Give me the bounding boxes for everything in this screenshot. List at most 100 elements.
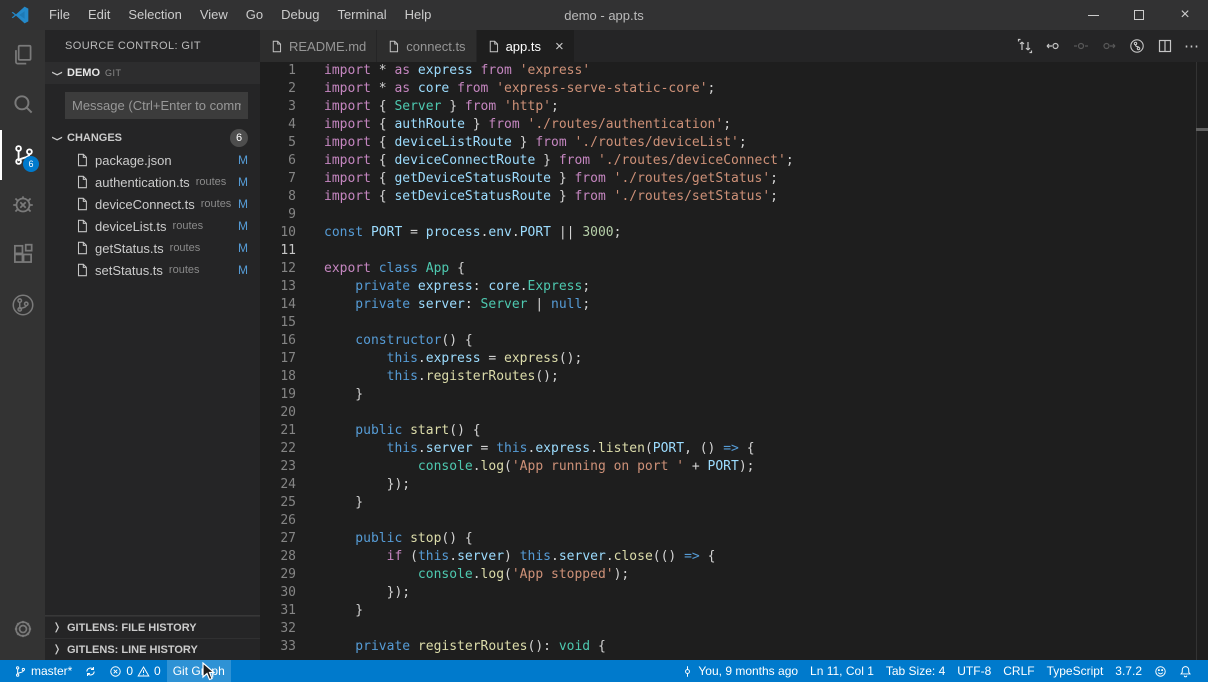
tab-label: connect.ts <box>406 39 465 54</box>
changes-section-header[interactable]: ❭ CHANGES 6 <box>45 127 260 149</box>
gitlens-section-header[interactable]: ❭ GITLENS: LINE HISTORY <box>45 638 260 660</box>
line-number[interactable]: 11 <box>260 242 296 260</box>
menu-item[interactable]: Edit <box>79 0 119 30</box>
changed-file-row[interactable]: package.json M <box>45 149 260 171</box>
line-number[interactable]: 16 <box>260 332 296 350</box>
editor-tab[interactable]: README.md × <box>260 30 377 62</box>
line-content: }); <box>296 476 410 494</box>
menu-item[interactable]: Terminal <box>328 0 395 30</box>
menu-item[interactable]: Help <box>396 0 441 30</box>
line-number[interactable]: 29 <box>260 566 296 584</box>
line-content: } <box>296 494 363 512</box>
line-number[interactable]: 15 <box>260 314 296 332</box>
repo-header[interactable]: ❭ DEMO GIT <box>45 62 260 84</box>
explorer-icon[interactable] <box>0 30 45 80</box>
line-number[interactable]: 3 <box>260 98 296 116</box>
line-number[interactable]: 18 <box>260 368 296 386</box>
code-line: 21 public start() { <box>260 422 1208 440</box>
code-editor[interactable]: 1 import * as express from 'express' 2 i… <box>260 62 1208 660</box>
maximize-button[interactable] <box>1116 0 1162 30</box>
file-folder: routes <box>196 176 227 188</box>
cursor-position: Ln 11, Col 1 <box>810 664 874 678</box>
source-control-icon[interactable]: 6 <box>0 130 45 180</box>
feedback-item[interactable] <box>1148 660 1173 682</box>
menu-item[interactable]: File <box>40 0 79 30</box>
gitlens-section-header[interactable]: ❭ GITLENS: FILE HISTORY <box>45 616 260 638</box>
line-number[interactable]: 25 <box>260 494 296 512</box>
line-number[interactable]: 2 <box>260 80 296 98</box>
line-number[interactable]: 22 <box>260 440 296 458</box>
line-number[interactable]: 32 <box>260 620 296 638</box>
editor-tab[interactable]: app.ts × <box>477 30 575 62</box>
code-line: 13 private express: core.Express; <box>260 278 1208 296</box>
previous-change-icon[interactable] <box>1044 37 1062 55</box>
next-change-icon[interactable] <box>1100 37 1118 55</box>
editor-tab[interactable]: connect.ts × <box>377 30 476 62</box>
line-number[interactable]: 26 <box>260 512 296 530</box>
close-button[interactable]: × <box>1162 0 1208 30</box>
changed-file-row[interactable]: getStatus.ts routes M <box>45 237 260 259</box>
line-number[interactable]: 12 <box>260 260 296 278</box>
line-number[interactable]: 27 <box>260 530 296 548</box>
problems-status-item[interactable]: 0 0 <box>103 660 166 682</box>
vscode-window: { "title_bar": { "title": "demo - app.ts… <box>0 0 1208 682</box>
eol-item[interactable]: CRLF <box>997 660 1040 682</box>
line-number[interactable]: 17 <box>260 350 296 368</box>
line-number[interactable]: 31 <box>260 602 296 620</box>
settings-gear-icon[interactable] <box>0 604 45 654</box>
extensions-icon[interactable] <box>0 230 45 280</box>
menu-item[interactable]: Go <box>237 0 272 30</box>
minimize-button[interactable] <box>1070 0 1116 30</box>
chevron-down-icon: ❭ <box>52 130 63 146</box>
indentation-item[interactable]: Tab Size: 4 <box>880 660 951 682</box>
line-number[interactable]: 21 <box>260 422 296 440</box>
line-content: public start() { <box>296 422 481 440</box>
changed-file-row[interactable]: authentication.ts routes M <box>45 171 260 193</box>
menu-bar: FileEditSelectionViewGoDebugTerminalHelp <box>40 0 440 30</box>
line-number[interactable]: 30 <box>260 584 296 602</box>
open-changes-icon[interactable] <box>1016 37 1034 55</box>
line-number[interactable]: 14 <box>260 296 296 314</box>
editor-scrollbar[interactable] <box>1196 62 1208 660</box>
line-number[interactable]: 10 <box>260 224 296 242</box>
line-number[interactable]: 28 <box>260 548 296 566</box>
cursor-position-item[interactable]: Ln 11, Col 1 <box>804 660 880 682</box>
changed-file-row[interactable]: setStatus.ts routes M <box>45 259 260 281</box>
blame-annotation-item[interactable]: You, 9 months ago <box>675 660 804 682</box>
git-graph-view-icon[interactable] <box>1128 37 1146 55</box>
line-number[interactable]: 8 <box>260 188 296 206</box>
line-number[interactable]: 7 <box>260 170 296 188</box>
split-editor-icon[interactable] <box>1156 37 1174 55</box>
line-number[interactable]: 23 <box>260 458 296 476</box>
menu-item[interactable]: View <box>191 0 237 30</box>
sync-status-item[interactable] <box>78 660 103 682</box>
line-number[interactable]: 13 <box>260 278 296 296</box>
debug-icon[interactable] <box>0 180 45 230</box>
language-mode-item[interactable]: TypeScript <box>1041 660 1110 682</box>
line-number[interactable]: 20 <box>260 404 296 422</box>
line-number[interactable]: 4 <box>260 116 296 134</box>
commit-message-input[interactable] <box>65 92 248 119</box>
current-change-icon[interactable] <box>1072 37 1090 55</box>
line-number[interactable]: 9 <box>260 206 296 224</box>
tab-close-icon[interactable]: × <box>555 39 564 54</box>
git-graph-status-item[interactable]: Git Graph <box>167 660 231 682</box>
notifications-item[interactable] <box>1173 660 1198 682</box>
line-number[interactable]: 33 <box>260 638 296 656</box>
line-number[interactable]: 19 <box>260 386 296 404</box>
more-actions-icon[interactable]: ⋯ <box>1184 37 1200 55</box>
line-number[interactable]: 24 <box>260 476 296 494</box>
line-number[interactable]: 1 <box>260 62 296 80</box>
branch-status-item[interactable]: master* <box>8 660 78 682</box>
typescript-version-item[interactable]: 3.7.2 <box>1109 660 1148 682</box>
line-number[interactable]: 6 <box>260 152 296 170</box>
git-graph-icon[interactable] <box>0 280 45 330</box>
line-number[interactable]: 5 <box>260 134 296 152</box>
search-icon[interactable] <box>0 80 45 130</box>
changed-file-row[interactable]: deviceConnect.ts routes M <box>45 193 260 215</box>
menu-item[interactable]: Selection <box>119 0 190 30</box>
gitlens-sections: ❭ GITLENS: FILE HISTORY ❭ GITLENS: LINE … <box>45 615 260 660</box>
menu-item[interactable]: Debug <box>272 0 328 30</box>
changed-file-row[interactable]: deviceList.ts routes M <box>45 215 260 237</box>
encoding-item[interactable]: UTF-8 <box>951 660 997 682</box>
